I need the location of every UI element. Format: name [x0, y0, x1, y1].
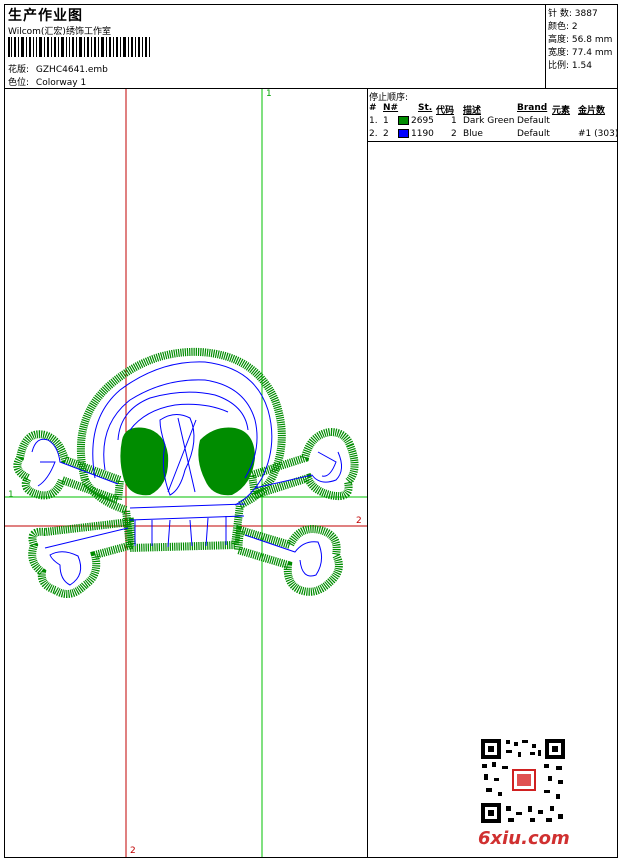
- guide-label-green-top: 1: [266, 89, 272, 99]
- bone-lower-right: [233, 524, 343, 596]
- guide-label-green-left: 1: [8, 490, 14, 500]
- right-eye: [198, 427, 255, 496]
- guide-label-red-right: 2: [356, 516, 362, 526]
- qr-code-image: [481, 739, 565, 823]
- bone-lower-left: [28, 517, 137, 598]
- left-eye: [120, 427, 169, 496]
- embroidery-design: [5, 89, 565, 857]
- watermark: 6xiu.com: [478, 828, 570, 849]
- guide-label-red-bottom: 2: [130, 846, 136, 856]
